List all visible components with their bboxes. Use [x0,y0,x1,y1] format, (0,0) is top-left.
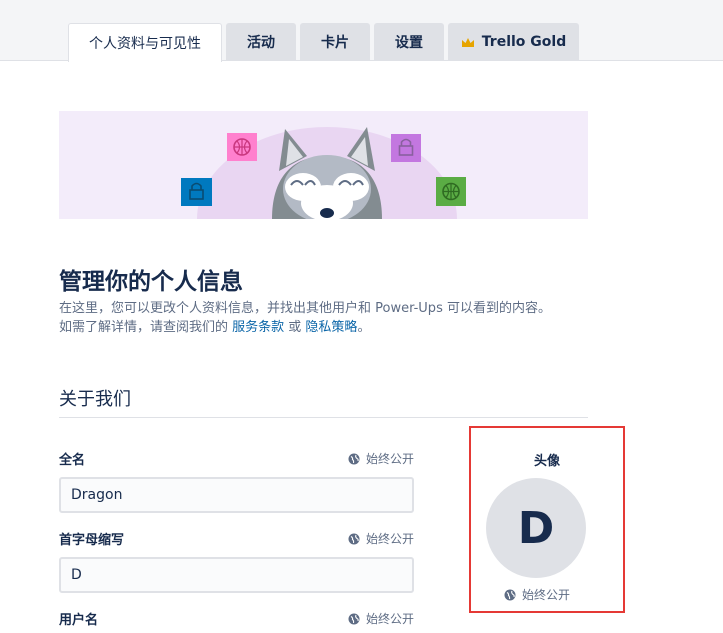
initials-visibility[interactable]: 始终公开 [348,530,414,547]
tab-bar: 个人资料与可见性 活动 卡片 设置 Trello Gold [0,0,723,62]
globe-icon [348,533,360,544]
tab-profile-visibility[interactable]: 个人资料与可见性 [68,23,222,62]
husky-illustration [181,127,466,219]
avatar-title: 头像 [533,454,560,469]
tab-settings[interactable]: 设置 [374,23,444,61]
avatar[interactable]: D [486,478,586,578]
globe-icon [348,613,360,624]
privacy-link[interactable]: 隐私策略 [305,320,357,335]
description-line-2: 如需了解详情，请查阅我们的 服务条款 或 隐私策略。 [59,318,619,337]
tab-label: 活动 [247,35,275,51]
username-label: 用户名 [59,613,99,628]
avatar-visibility[interactable]: 始终公开 [504,586,570,603]
visibility-text: 始终公开 [522,588,571,602]
initials-input[interactable]: D [59,557,414,593]
visibility-text: 始终公开 [366,452,415,466]
tab-label: 个人资料与可见性 [89,36,201,52]
fullname-visibility[interactable]: 始终公开 [348,450,414,467]
profile-page: 个人资料与可见性 活动 卡片 设置 Trello Gold 管理你的个人信息 在… [0,0,723,633]
username-visibility[interactable]: 始终公开 [348,610,414,627]
section-divider [59,417,588,418]
tab-label: 卡片 [321,35,349,51]
tab-activity[interactable]: 活动 [226,23,296,61]
crown-icon [461,37,474,47]
globe-icon [348,453,360,464]
tab-cards[interactable]: 卡片 [300,23,370,61]
terms-link[interactable]: 服务条款 [232,320,284,335]
page-description: 在这里，您可以更改个人资料信息，并找出其他用户和 Power-Ups 可以看到的… [59,299,619,337]
description-text: 或 [284,320,306,335]
tab-label: Trello Gold [481,34,567,50]
avatar-section: 头像 D 始终公开 [469,426,625,613]
section-title-about: 关于我们 [59,389,131,410]
tab-trello-gold[interactable]: Trello Gold [448,23,579,61]
initials-label: 首字母缩写 [59,533,125,548]
description-text: 。 [357,320,371,335]
visibility-text: 始终公开 [366,532,415,546]
description-line-1: 在这里，您可以更改个人资料信息，并找出其他用户和 Power-Ups 可以看到的… [59,301,551,316]
visibility-text: 始终公开 [366,612,415,626]
page-title: 管理你的个人信息 [59,269,243,295]
tab-label: 设置 [395,35,423,51]
hero-illustration [59,111,588,219]
globe-icon [504,589,516,600]
description-text: 如需了解详情，请查阅我们的 [59,320,233,335]
fullname-label: 全名 [59,453,86,468]
fullname-input[interactable]: Dragon [59,477,414,513]
